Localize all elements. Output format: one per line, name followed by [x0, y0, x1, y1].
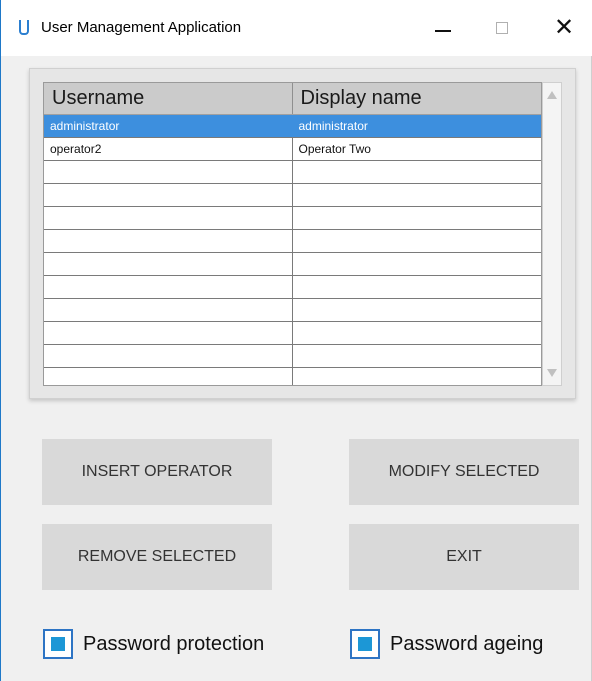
table-cell-empty[interactable]	[292, 160, 541, 184]
table-row-empty[interactable]	[44, 160, 541, 184]
password-protection-label[interactable]: Password protection	[83, 633, 264, 656]
maximize-icon	[496, 22, 508, 34]
maximize-button[interactable]	[479, 8, 525, 48]
title-bar[interactable]: User Management Application ✕	[1, 0, 592, 56]
cell-username[interactable]: administrator	[44, 114, 293, 138]
checkbox-checked-mark	[51, 637, 65, 651]
column-header-username[interactable]: Username	[44, 83, 293, 115]
close-icon: ✕	[553, 14, 575, 41]
scroll-down-icon[interactable]	[547, 369, 557, 377]
table-cell-empty[interactable]	[292, 206, 541, 230]
table-row-empty[interactable]	[44, 367, 541, 385]
scroll-up-icon[interactable]	[547, 91, 557, 99]
password-ageing-checkbox[interactable]	[350, 629, 380, 659]
table-row-empty[interactable]	[44, 206, 541, 230]
app-icon	[19, 20, 29, 35]
table-cell-empty[interactable]	[292, 183, 541, 207]
table-cell-empty[interactable]	[44, 344, 293, 368]
cell-display-name[interactable]: Operator Two	[292, 137, 541, 161]
table-cell-empty[interactable]	[44, 160, 293, 184]
exit-button[interactable]: EXIT	[349, 524, 579, 590]
table-row-empty[interactable]	[44, 252, 541, 276]
column-header-display-name[interactable]: Display name	[292, 83, 541, 115]
table-cell-empty[interactable]	[44, 229, 293, 253]
insert-operator-button[interactable]: INSERT OPERATOR	[42, 439, 272, 505]
table-row-empty[interactable]	[44, 321, 541, 345]
table-cell-empty[interactable]	[292, 344, 541, 368]
minimize-icon	[435, 30, 451, 32]
table-row-empty[interactable]	[44, 298, 541, 322]
table-cell-empty[interactable]	[44, 206, 293, 230]
cell-display-name[interactable]: administrator	[292, 114, 541, 138]
table-cell-empty[interactable]	[292, 275, 541, 299]
table-header-row: Username Display name	[44, 83, 541, 115]
table-cell-empty[interactable]	[44, 321, 293, 345]
table-row-empty[interactable]	[44, 275, 541, 299]
window-title: User Management Application	[41, 19, 242, 36]
table-cell-empty[interactable]	[292, 321, 541, 345]
table-row-empty[interactable]	[44, 344, 541, 368]
table-cell-empty[interactable]	[292, 298, 541, 322]
app-window: User Management Application ✕ Username D…	[0, 0, 592, 681]
table-scrollbar[interactable]	[542, 82, 562, 386]
password-protection-checkbox[interactable]	[43, 629, 73, 659]
table-cell-empty[interactable]	[292, 367, 541, 385]
table-cell-empty[interactable]	[44, 275, 293, 299]
table-row-empty[interactable]	[44, 183, 541, 207]
password-ageing-label[interactable]: Password ageing	[390, 633, 543, 656]
remove-selected-button[interactable]: REMOVE SELECTED	[42, 524, 272, 590]
checkbox-checked-mark	[358, 637, 372, 651]
table-body: administrator administrator operator2 Opera…	[44, 114, 541, 385]
table-cell-empty[interactable]	[44, 252, 293, 276]
user-table-panel: Username Display name administrator admin…	[29, 68, 576, 399]
minimize-button[interactable]	[419, 8, 465, 48]
table-row[interactable]: administrator administrator	[44, 114, 541, 138]
close-button[interactable]: ✕	[541, 8, 587, 48]
modify-selected-button[interactable]: MODIFY SELECTED	[349, 439, 579, 505]
table-cell-empty[interactable]	[44, 298, 293, 322]
password-protection-option[interactable]: Password protection	[43, 627, 264, 661]
user-table-container: Username Display name administrator admin…	[43, 82, 542, 386]
table-cell-empty[interactable]	[44, 367, 293, 385]
table-cell-empty[interactable]	[44, 183, 293, 207]
table-row[interactable]: operator2 Operator Two	[44, 137, 541, 161]
table-cell-empty[interactable]	[292, 229, 541, 253]
cell-username[interactable]: operator2	[44, 137, 293, 161]
table-cell-empty[interactable]	[292, 252, 541, 276]
table-row-empty[interactable]	[44, 229, 541, 253]
password-ageing-option[interactable]: Password ageing	[350, 627, 543, 661]
user-table: Username Display name administrator admin…	[44, 83, 541, 385]
